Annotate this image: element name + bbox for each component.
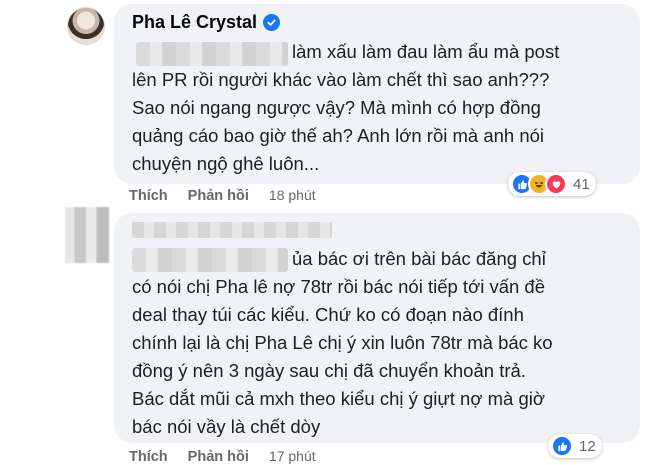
- comment-text: có nói chị Pha lê nợ 78tr rồi bác nói ti…: [132, 276, 553, 437]
- commenter-avatar-blurred[interactable]: [65, 207, 109, 263]
- like-button[interactable]: Thích: [129, 188, 168, 204]
- comment-actions: Thích Phản hồi 18 phút: [129, 187, 316, 204]
- reply-button[interactable]: Phản hồi: [188, 449, 249, 465]
- comment-timestamp[interactable]: 18 phút: [269, 187, 316, 203]
- comment-body: làm xấu làm đau làm ẩu mà post lên PR rồ…: [132, 38, 559, 178]
- reaction-count: 41: [573, 175, 590, 193]
- comment-first-line: làm xấu làm đau làm ẩu mà post: [292, 41, 560, 62]
- comment-text: lên PR rồi người khác vào làm chết thì s…: [132, 69, 550, 174]
- commenter-avatar[interactable]: [67, 7, 105, 45]
- love-icon: [545, 173, 567, 195]
- comment-body: ủa bác ơi trên bài bác đăng chỉ có nói c…: [132, 245, 553, 441]
- like-button[interactable]: Thích: [129, 449, 168, 465]
- reply-button[interactable]: Phản hồi: [188, 188, 249, 204]
- reaction-count: 12: [579, 437, 596, 455]
- comment-actions: Thích Phản hồi 17 phút: [129, 448, 316, 465]
- reactions-summary[interactable]: 41: [508, 172, 596, 196]
- like-icon: [551, 435, 573, 457]
- blurred-author-name: [132, 222, 332, 238]
- comment-first-line: ủa bác ơi trên bài bác đăng chỉ: [292, 248, 546, 269]
- comment-timestamp[interactable]: 17 phút: [269, 448, 316, 464]
- comment-author[interactable]: Pha Lê Crystal: [132, 12, 281, 33]
- author-name[interactable]: Pha Lê Crystal: [132, 12, 257, 33]
- reactions-summary[interactable]: 12: [548, 434, 602, 458]
- verified-badge-icon: [263, 14, 281, 31]
